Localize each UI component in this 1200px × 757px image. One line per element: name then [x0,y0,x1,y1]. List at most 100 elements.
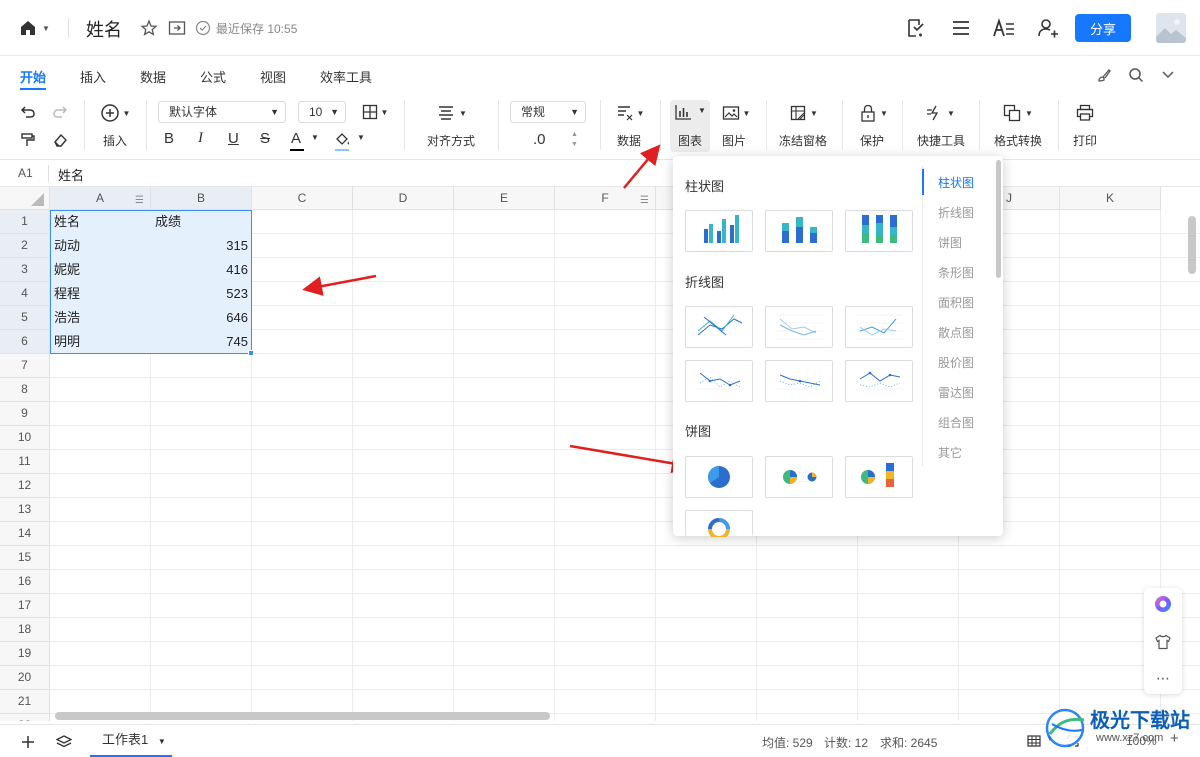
line-chart-option-1[interactable] [685,306,753,348]
row-header-6[interactable]: 6 [0,330,50,354]
row-header-9[interactable]: 9 [0,402,50,426]
formula-input[interactable]: 姓名 [58,165,84,184]
search-icon[interactable] [1126,65,1146,85]
line-marker-option-1[interactable] [685,360,753,402]
undo-icon[interactable] [18,102,38,122]
decimal-places[interactable]: .0 [533,131,546,148]
cell-a4[interactable]: 程程 [54,282,80,306]
category-column[interactable]: 柱状图 [938,174,974,191]
category-line[interactable]: 折线图 [938,204,974,221]
row-header-5[interactable]: 5 [0,306,50,330]
insert-dropdown[interactable]: ▼ [98,102,132,124]
print-icon[interactable] [1074,102,1096,124]
horizontal-scrollbar[interactable] [55,712,550,720]
line-marker-option-2[interactable] [765,360,833,402]
row-header-11[interactable]: 11 [0,450,50,474]
ai-assistant-icon[interactable] [1153,594,1173,614]
cell-b2[interactable]: 315 [151,234,248,258]
italic-button[interactable]: I [198,130,203,147]
sheet-list-icon[interactable] [54,732,74,752]
brush-icon[interactable] [1094,65,1114,85]
avatar[interactable] [1156,13,1186,43]
tab-home[interactable]: 开始 [20,67,46,86]
category-pie[interactable]: 饼图 [938,234,962,251]
select-all-corner[interactable] [0,187,50,210]
row-header-13[interactable]: 13 [0,498,50,522]
row-header-22[interactable]: 22 [0,714,50,721]
pie-chart-option[interactable] [685,456,753,498]
row-header-7[interactable]: 7 [0,354,50,378]
column-header-a[interactable]: A ☰ [50,187,151,210]
collapse-ribbon-icon[interactable] [1158,65,1178,85]
column-header-b[interactable]: B [151,187,252,210]
column-header-d[interactable]: D [353,187,454,210]
font-size-select[interactable]: 10 ▼ [298,101,346,123]
cell-a1[interactable]: 姓名 [54,210,80,234]
number-format-select[interactable]: 常规 ▼ [510,101,586,123]
border-dropdown[interactable]: ▼ [358,101,392,123]
menu-scrollbar[interactable] [996,160,1001,278]
tab-insert[interactable]: 插入 [80,67,106,86]
cell-a5[interactable]: 浩浩 [54,306,80,330]
row-header-15[interactable]: 15 [0,546,50,570]
add-user-icon[interactable] [1035,15,1061,41]
tab-view[interactable]: 视图 [260,67,286,86]
share-button[interactable]: 分享 [1075,14,1131,42]
line-chart-option-2[interactable] [765,306,833,348]
row-header-16[interactable]: 16 [0,570,50,594]
cell-a3[interactable]: 妮妮 [54,258,80,282]
column-filter-icon[interactable]: ☰ [135,190,144,212]
protect-dropdown[interactable]: ▼ [856,102,892,124]
spreadsheet-grid[interactable]: A☰BCDEF☰GHIJK 12345678910111213141516171… [0,187,1200,721]
cell-b1[interactable]: 成绩 [155,210,181,234]
chart-button[interactable]: ▼ 图表 [670,100,710,152]
cell-b5[interactable]: 646 [151,306,248,330]
fill-color-dropdown[interactable]: ▼ [334,130,368,152]
image-dropdown[interactable]: ▼ [718,102,754,124]
row-header-21[interactable]: 21 [0,690,50,714]
cell-b4[interactable]: 523 [151,282,248,306]
row-header-10[interactable]: 10 [0,426,50,450]
row-header-1[interactable]: 1 [0,210,50,234]
row-header-12[interactable]: 12 [0,474,50,498]
fill-handle[interactable] [248,350,254,356]
data-dropdown[interactable]: ▼ [612,102,648,124]
row-header-14[interactable]: 14 [0,522,50,546]
font-family-select[interactable]: 默认字体 ▼ [158,101,286,123]
column-filter-icon[interactable]: ☰ [640,190,649,212]
category-area[interactable]: 面积图 [938,294,974,311]
eraser-icon[interactable] [50,130,70,150]
add-sheet-icon[interactable] [18,732,38,752]
text-style-icon[interactable] [990,15,1018,41]
quick-tools-dropdown[interactable]: ▼ [922,102,958,124]
menu-icon[interactable] [948,15,974,41]
cell-b3[interactable]: 416 [151,258,248,282]
vertical-scrollbar[interactable] [1188,216,1196,274]
decimal-stepper[interactable]: ▲ ▼ [571,130,578,150]
redo-icon[interactable] [50,102,70,122]
column-header-c[interactable]: C [252,187,353,210]
line-chart-option-3[interactable] [845,306,913,348]
tab-efficiency-tools[interactable]: 效率工具 [320,67,372,86]
column-header-k[interactable]: K [1060,187,1161,210]
row-header-4[interactable]: 4 [0,282,50,306]
move-to-folder-icon[interactable] [166,17,188,39]
row-header-2[interactable]: 2 [0,234,50,258]
bold-button[interactable]: B [164,130,174,147]
row-header-3[interactable]: 3 [0,258,50,282]
row-header-18[interactable]: 18 [0,618,50,642]
cell-reference-box[interactable]: A1 [18,166,33,180]
line-marker-option-3[interactable] [845,360,913,402]
column-header-e[interactable]: E [454,187,555,210]
tab-formula[interactable]: 公式 [200,67,226,86]
cell-b6[interactable]: 745 [151,330,248,354]
freeze-panes-dropdown[interactable]: ▼ [786,102,822,124]
home-button[interactable]: ▼ [14,16,54,40]
more-icon[interactable]: ⋯ [1153,668,1173,688]
cell-a6[interactable]: 明明 [54,330,80,354]
category-stock[interactable]: 股价图 [938,354,974,371]
document-title[interactable]: 姓名 [86,16,122,42]
category-bar[interactable]: 条形图 [938,264,974,281]
row-header-19[interactable]: 19 [0,642,50,666]
doughnut-chart-option[interactable] [685,510,753,537]
